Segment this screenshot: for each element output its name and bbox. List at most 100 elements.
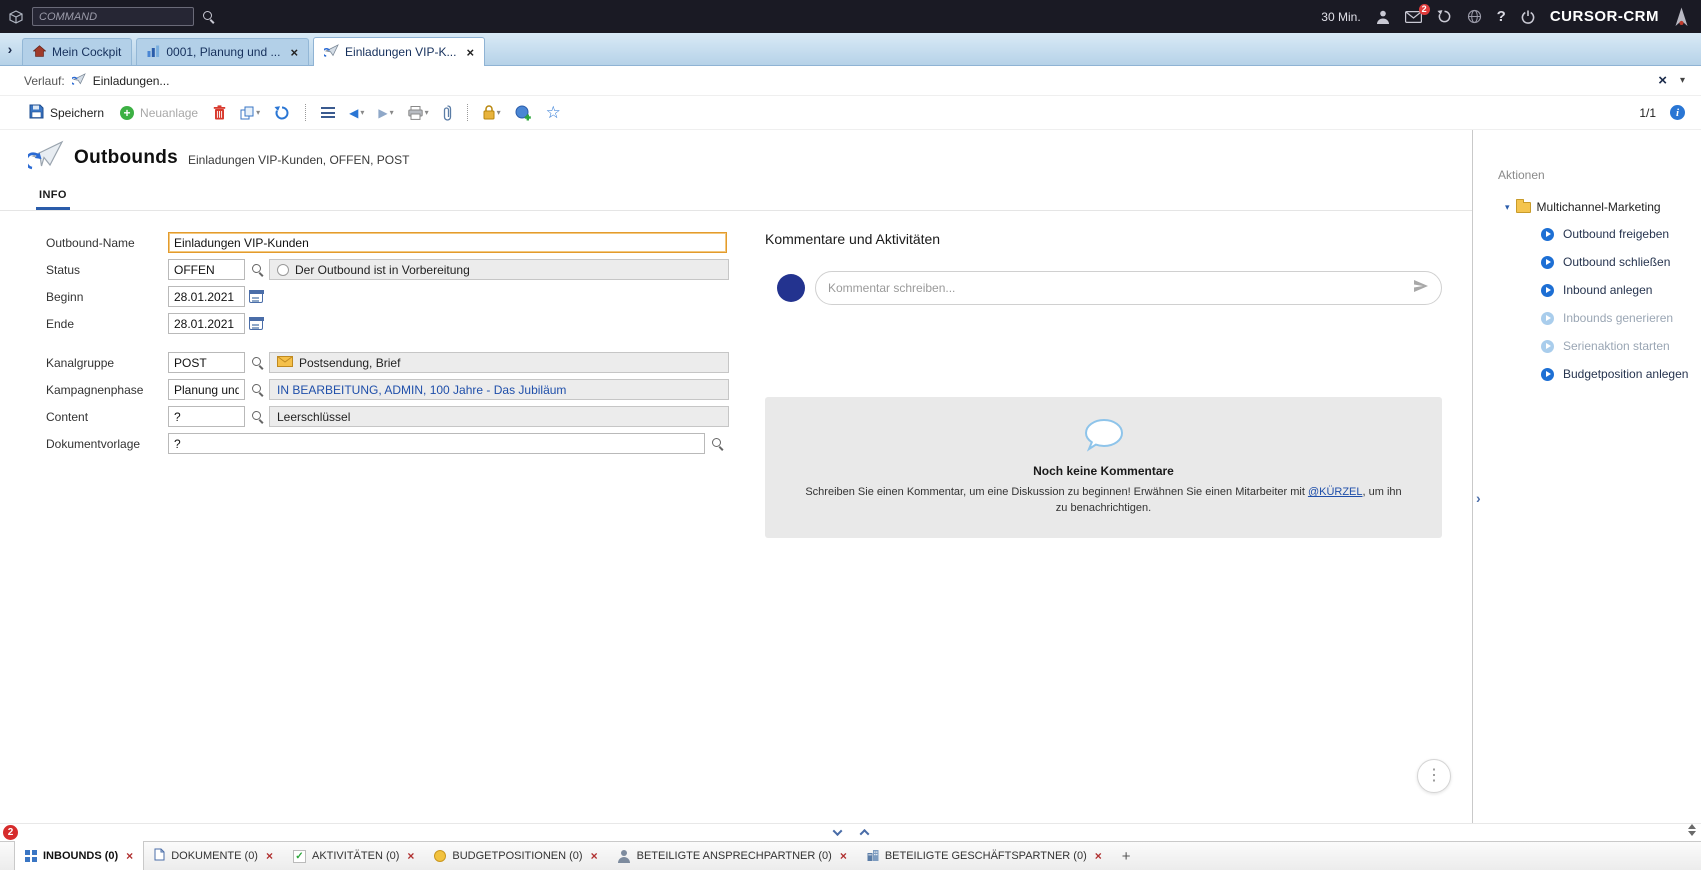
bottom-tab-dokumente[interactable]: DOKUMENTE (0) × xyxy=(144,842,283,870)
tab-list-expander-icon[interactable]: › xyxy=(2,34,18,64)
actions-panel: › Aktionen ▾ Multichannel-Marketing Outb… xyxy=(1472,130,1701,823)
tree-caret-icon[interactable]: ▾ xyxy=(1505,202,1510,213)
menu-button[interactable] xyxy=(315,103,341,122)
bottom-tab-budgetpositionen[interactable]: BUDGETPOSITIONEN (0) × xyxy=(424,842,607,870)
related-data-tabbar: INBOUNDS (0) × DOKUMENTE (0) × ✓ AKTIVIT… xyxy=(0,841,1701,870)
chevron-down-icon[interactable]: ▾ xyxy=(1680,75,1685,86)
copy-button[interactable]: ▾ xyxy=(234,102,266,124)
bottom-tab-inbounds[interactable]: INBOUNDS (0) × xyxy=(14,841,144,870)
kanalgruppe-lookup-button[interactable] xyxy=(245,356,269,369)
comment-input[interactable] xyxy=(828,281,1405,295)
tab-mein-cockpit[interactable]: Mein Cockpit xyxy=(22,38,132,65)
panel-expand-icon[interactable]: › xyxy=(1476,490,1481,506)
ende-date-input[interactable] xyxy=(168,313,245,334)
status-lookup-button[interactable] xyxy=(245,263,269,276)
close-icon[interactable]: × xyxy=(466,45,474,60)
floppy-icon xyxy=(29,104,44,122)
command-input[interactable] xyxy=(32,7,194,26)
action-label: Outbound freigeben xyxy=(1563,227,1669,241)
user-icon[interactable] xyxy=(1376,10,1390,24)
scroll-up-icon[interactable] xyxy=(1688,824,1696,829)
content-lookup-button[interactable] xyxy=(245,410,269,423)
entity-header: Outbounds Einladungen VIP-Kunden, OFFEN,… xyxy=(0,130,1472,179)
kampagnenphase-description: IN BEARBEITUNG, ADMIN, 100 Jahre - Das J… xyxy=(269,379,729,400)
close-icon[interactable]: × xyxy=(407,849,414,863)
outbound-name-input[interactable] xyxy=(168,232,727,253)
info-icon[interactable] xyxy=(1670,105,1685,120)
action-budgetposition-anlegen[interactable]: Budgetposition anlegen xyxy=(1541,360,1693,388)
action-serienaktion-starten: Serienaktion starten xyxy=(1541,332,1693,360)
mail-badge: 2 xyxy=(1419,4,1430,15)
kampagnenphase-input[interactable] xyxy=(168,379,245,400)
beginn-date-input[interactable] xyxy=(168,286,245,307)
kampagnenphase-lookup-button[interactable] xyxy=(245,383,269,396)
favorite-button[interactable]: ☆ xyxy=(540,102,567,124)
nav-back-button[interactable]: ◀ ▾ xyxy=(343,102,370,124)
bottom-tab-ansprechpartner[interactable]: BETEILIGTE ANSPRECHPARTNER (0) × xyxy=(608,842,857,870)
app-cube-icon[interactable] xyxy=(8,9,24,25)
grid-icon xyxy=(25,850,37,862)
speech-bubble-icon xyxy=(1084,418,1124,457)
tab-kampagne[interactable]: 0001, Planung und ... × xyxy=(136,38,309,65)
collapse-down-icon[interactable] xyxy=(832,826,842,836)
content-input[interactable] xyxy=(168,406,245,427)
page-tabs: INFO xyxy=(0,183,1472,211)
print-button[interactable]: ▾ xyxy=(402,102,435,124)
lock-button[interactable]: ▾ xyxy=(477,101,507,124)
close-icon[interactable]: × xyxy=(840,849,847,863)
history-current-item[interactable]: Einladungen... xyxy=(93,74,170,88)
status-input[interactable] xyxy=(168,259,245,280)
empty-state-text: Schreiben Sie einen Kommentar, um eine D… xyxy=(804,485,1404,517)
assign-add-button[interactable] xyxy=(509,101,538,125)
save-button[interactable]: Speichern xyxy=(22,100,111,126)
dokumentvorlage-input[interactable] xyxy=(168,433,705,454)
empty-text-part1: Schreiben Sie einen Kommentar, um eine D… xyxy=(805,486,1308,498)
kampagnenphase-link[interactable]: IN BEARBEITUNG, ADMIN, 100 Jahre - Das J… xyxy=(277,383,566,397)
action-outbound-schliessen[interactable]: Outbound schließen xyxy=(1541,248,1693,276)
send-icon[interactable] xyxy=(1413,279,1429,298)
expand-up-icon[interactable] xyxy=(859,829,869,839)
field-label: Ende xyxy=(46,317,168,331)
attachment-button[interactable] xyxy=(437,101,458,125)
action-label: Outbound schließen xyxy=(1563,255,1670,269)
bottom-tab-geschaeftspartner[interactable]: BETEILIGTE GESCHÄFTSPARTNER (0) × xyxy=(857,842,1112,870)
close-icon[interactable]: × xyxy=(1658,72,1667,89)
action-inbound-anlegen[interactable]: Inbound anlegen xyxy=(1541,276,1693,304)
refresh-icon xyxy=(274,105,290,121)
globe-icon[interactable] xyxy=(1467,9,1482,24)
outbound-form: Outbound-Name Status Der Outbound ist in… xyxy=(46,231,729,538)
add-tab-button[interactable]: + xyxy=(1112,842,1141,870)
ende-calendar-button[interactable] xyxy=(249,317,263,330)
scroll-down-icon[interactable] xyxy=(1688,831,1696,836)
chevron-down-icon: ▾ xyxy=(360,108,364,117)
bottom-tab-label: BUDGETPOSITIONEN (0) xyxy=(452,850,582,862)
close-icon[interactable]: × xyxy=(591,849,598,863)
close-icon[interactable]: × xyxy=(290,45,298,60)
reload-button[interactable] xyxy=(268,101,296,125)
search-icon[interactable] xyxy=(202,10,215,23)
bottom-tab-aktivitaeten[interactable]: ✓ AKTIVITÄTEN (0) × xyxy=(283,842,424,870)
kanalgruppe-input[interactable] xyxy=(168,352,245,373)
history-label: Verlauf: xyxy=(24,74,65,88)
help-icon[interactable]: ? xyxy=(1497,8,1506,25)
tab-einladungen[interactable]: Einladungen VIP-K... × xyxy=(313,37,485,66)
close-icon[interactable]: × xyxy=(126,849,133,863)
lock-icon xyxy=(483,105,495,120)
more-options-button[interactable]: ⋮ xyxy=(1417,759,1451,793)
logout-power-icon[interactable] xyxy=(1521,10,1535,24)
tab-info[interactable]: INFO xyxy=(36,189,70,210)
delete-button[interactable] xyxy=(207,101,232,124)
close-icon[interactable]: × xyxy=(266,849,273,863)
mail-icon[interactable]: 2 xyxy=(1405,11,1422,23)
play-icon xyxy=(1541,312,1554,325)
close-icon[interactable]: × xyxy=(1095,849,1102,863)
beginn-calendar-button[interactable] xyxy=(249,290,263,303)
refresh-icon[interactable] xyxy=(1437,9,1452,24)
dokumentvorlage-lookup-button[interactable] xyxy=(705,437,729,450)
action-outbound-freigeben[interactable]: Outbound freigeben xyxy=(1541,220,1693,248)
actions-group-multichannel[interactable]: ▾ Multichannel-Marketing xyxy=(1505,200,1693,214)
chevron-down-icon: ▾ xyxy=(390,108,394,117)
action-list: Outbound freigeben Outbound schließen In… xyxy=(1498,220,1693,388)
nav-forward-button[interactable]: ▶ ▾ xyxy=(372,102,399,124)
bottom-tab-label: BETEILIGTE GESCHÄFTSPARTNER (0) xyxy=(885,850,1087,862)
